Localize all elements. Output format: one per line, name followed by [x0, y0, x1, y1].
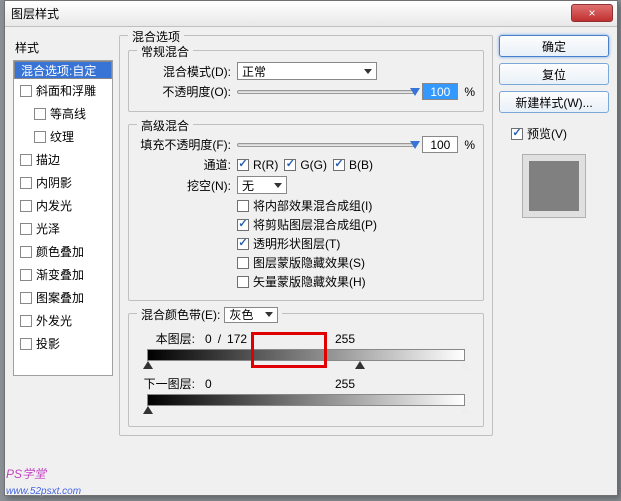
- style-drop-shadow[interactable]: 投影: [14, 332, 112, 355]
- opt-vector-mask-hides[interactable]: 矢量蒙版隐藏效果(H): [237, 273, 475, 290]
- subgroup-title: 常规混合: [137, 43, 193, 60]
- style-label: 颜色叠加: [36, 243, 84, 260]
- style-texture[interactable]: 纹理: [14, 125, 112, 148]
- checkbox[interactable]: [20, 154, 32, 166]
- style-inner-glow[interactable]: 内发光: [14, 194, 112, 217]
- opt-clipped-layers[interactable]: ✓将剪贴图层混合成组(P): [237, 216, 475, 233]
- this-layer-gradient[interactable]: [147, 349, 465, 361]
- opacity-slider[interactable]: [237, 90, 416, 94]
- style-label: 等高线: [50, 105, 86, 122]
- style-label: 渐变叠加: [36, 266, 84, 283]
- checkbox[interactable]: [20, 200, 32, 212]
- blend-if-group: 混合颜色带(E): 灰色 本图层: 0 / 172 255: [128, 313, 484, 427]
- styles-header: 样式: [13, 35, 113, 60]
- this-layer-white-stop[interactable]: [460, 361, 470, 369]
- checkbox[interactable]: [20, 223, 32, 235]
- checkbox[interactable]: [20, 315, 32, 327]
- under-layer-max: 255: [335, 377, 365, 391]
- under-layer-black-stop[interactable]: [143, 406, 153, 414]
- style-stroke[interactable]: 描边: [14, 148, 112, 171]
- style-outer-glow[interactable]: 外发光: [14, 309, 112, 332]
- this-layer-label: 本图层:: [137, 330, 195, 347]
- this-layer-black-stop[interactable]: [143, 361, 153, 369]
- style-label: 描边: [36, 151, 60, 168]
- style-label: 内发光: [36, 197, 72, 214]
- style-label: 内阴影: [36, 174, 72, 191]
- subgroup-title: 高级混合: [137, 117, 193, 134]
- opacity-unit: %: [464, 85, 475, 99]
- ok-button[interactable]: 确定: [499, 35, 609, 57]
- checkbox[interactable]: [20, 85, 32, 97]
- checkbox[interactable]: [34, 131, 46, 143]
- advanced-blend-group: 高级混合 填充不透明度(F): % 通道: ✓R(R) ✓G(G) ✓B(B) …: [128, 124, 484, 301]
- style-label: 混合选项:自定: [21, 62, 96, 79]
- chevron-down-icon: [274, 183, 282, 188]
- dialog-title: 图层样式: [11, 5, 611, 22]
- under-layer-low: 0: [205, 377, 212, 391]
- checkbox[interactable]: [20, 246, 32, 258]
- checkbox[interactable]: [34, 108, 46, 120]
- this-layer-max: 255: [335, 332, 365, 346]
- opt-transparency-shapes[interactable]: ✓透明形状图层(T): [237, 235, 475, 252]
- this-layer-white-low-stop[interactable]: [355, 361, 365, 369]
- channel-r[interactable]: ✓R(R): [237, 158, 278, 172]
- close-icon: ×: [588, 6, 595, 20]
- style-gradient-overlay[interactable]: 渐变叠加: [14, 263, 112, 286]
- style-blend-options[interactable]: 混合选项:自定: [14, 61, 112, 79]
- channels-label: 通道:: [137, 156, 231, 173]
- style-label: 纹理: [50, 128, 74, 145]
- opt-interior-effects[interactable]: 将内部效果混合成组(I): [237, 197, 475, 214]
- close-button[interactable]: ×: [571, 4, 613, 22]
- style-color-overlay[interactable]: 颜色叠加: [14, 240, 112, 263]
- under-layer-label: 下一图层:: [137, 375, 195, 392]
- under-layer-white-stop[interactable]: [460, 406, 470, 414]
- style-bevel[interactable]: 斜面和浮雕: [14, 79, 112, 102]
- blend-mode-select[interactable]: 正常: [237, 62, 377, 80]
- style-satin[interactable]: 光泽: [14, 217, 112, 240]
- blend-if-label: 混合颜色带(E):: [141, 306, 220, 323]
- channel-b[interactable]: ✓B(B): [333, 158, 373, 172]
- checkbox[interactable]: [20, 292, 32, 304]
- style-label: 外发光: [36, 312, 72, 329]
- fill-opacity-value[interactable]: [422, 136, 458, 153]
- preview-checkbox[interactable]: ✓预览(V): [511, 125, 609, 142]
- checkbox[interactable]: [20, 338, 32, 350]
- style-label: 光泽: [36, 220, 60, 237]
- chevron-down-icon: [265, 312, 273, 317]
- fill-opacity-slider[interactable]: [237, 143, 416, 147]
- style-pattern-overlay[interactable]: 图案叠加: [14, 286, 112, 309]
- opacity-label: 不透明度(O):: [137, 83, 231, 100]
- blend-mode-label: 混合模式(D):: [137, 63, 231, 80]
- style-label: 图案叠加: [36, 289, 84, 306]
- fill-opacity-label: 填充不透明度(F):: [137, 136, 231, 153]
- channel-g[interactable]: ✓G(G): [284, 158, 327, 172]
- layer-style-dialog: 图层样式 × 样式 混合选项:自定 斜面和浮雕 等高线 纹理 描边 内阴影 内发…: [4, 0, 618, 496]
- new-style-button[interactable]: 新建样式(W)...: [499, 91, 609, 113]
- opt-layer-mask-hides[interactable]: 图层蒙版隐藏效果(S): [237, 254, 475, 271]
- checkbox[interactable]: [20, 177, 32, 189]
- titlebar[interactable]: 图层样式 ×: [5, 1, 617, 27]
- cancel-button[interactable]: 复位: [499, 63, 609, 85]
- knockout-select[interactable]: 无: [237, 176, 287, 194]
- opacity-value[interactable]: [422, 83, 458, 100]
- style-label: 投影: [36, 335, 60, 352]
- style-label: 斜面和浮雕: [36, 82, 96, 99]
- checkbox[interactable]: [20, 269, 32, 281]
- blend-options-group: 混合选项 常规混合 混合模式(D): 正常 不透明度(O): % 高级混合 填充…: [119, 35, 493, 436]
- this-layer-low: 0: [205, 332, 212, 346]
- this-layer-high: 172: [227, 332, 247, 346]
- knockout-label: 挖空(N):: [137, 177, 231, 194]
- fill-unit: %: [464, 138, 475, 152]
- blend-if-select[interactable]: 灰色: [224, 307, 278, 323]
- general-blend-group: 常规混合 混合模式(D): 正常 不透明度(O): %: [128, 50, 484, 112]
- styles-list: 混合选项:自定 斜面和浮雕 等高线 纹理 描边 内阴影 内发光 光泽 颜色叠加 …: [13, 60, 113, 376]
- style-contour[interactable]: 等高线: [14, 102, 112, 125]
- chevron-down-icon: [364, 69, 372, 74]
- watermark: PS学堂 www.52psxt.com: [6, 465, 81, 497]
- under-layer-gradient[interactable]: [147, 394, 465, 406]
- preview-swatch: [522, 154, 586, 218]
- style-inner-shadow[interactable]: 内阴影: [14, 171, 112, 194]
